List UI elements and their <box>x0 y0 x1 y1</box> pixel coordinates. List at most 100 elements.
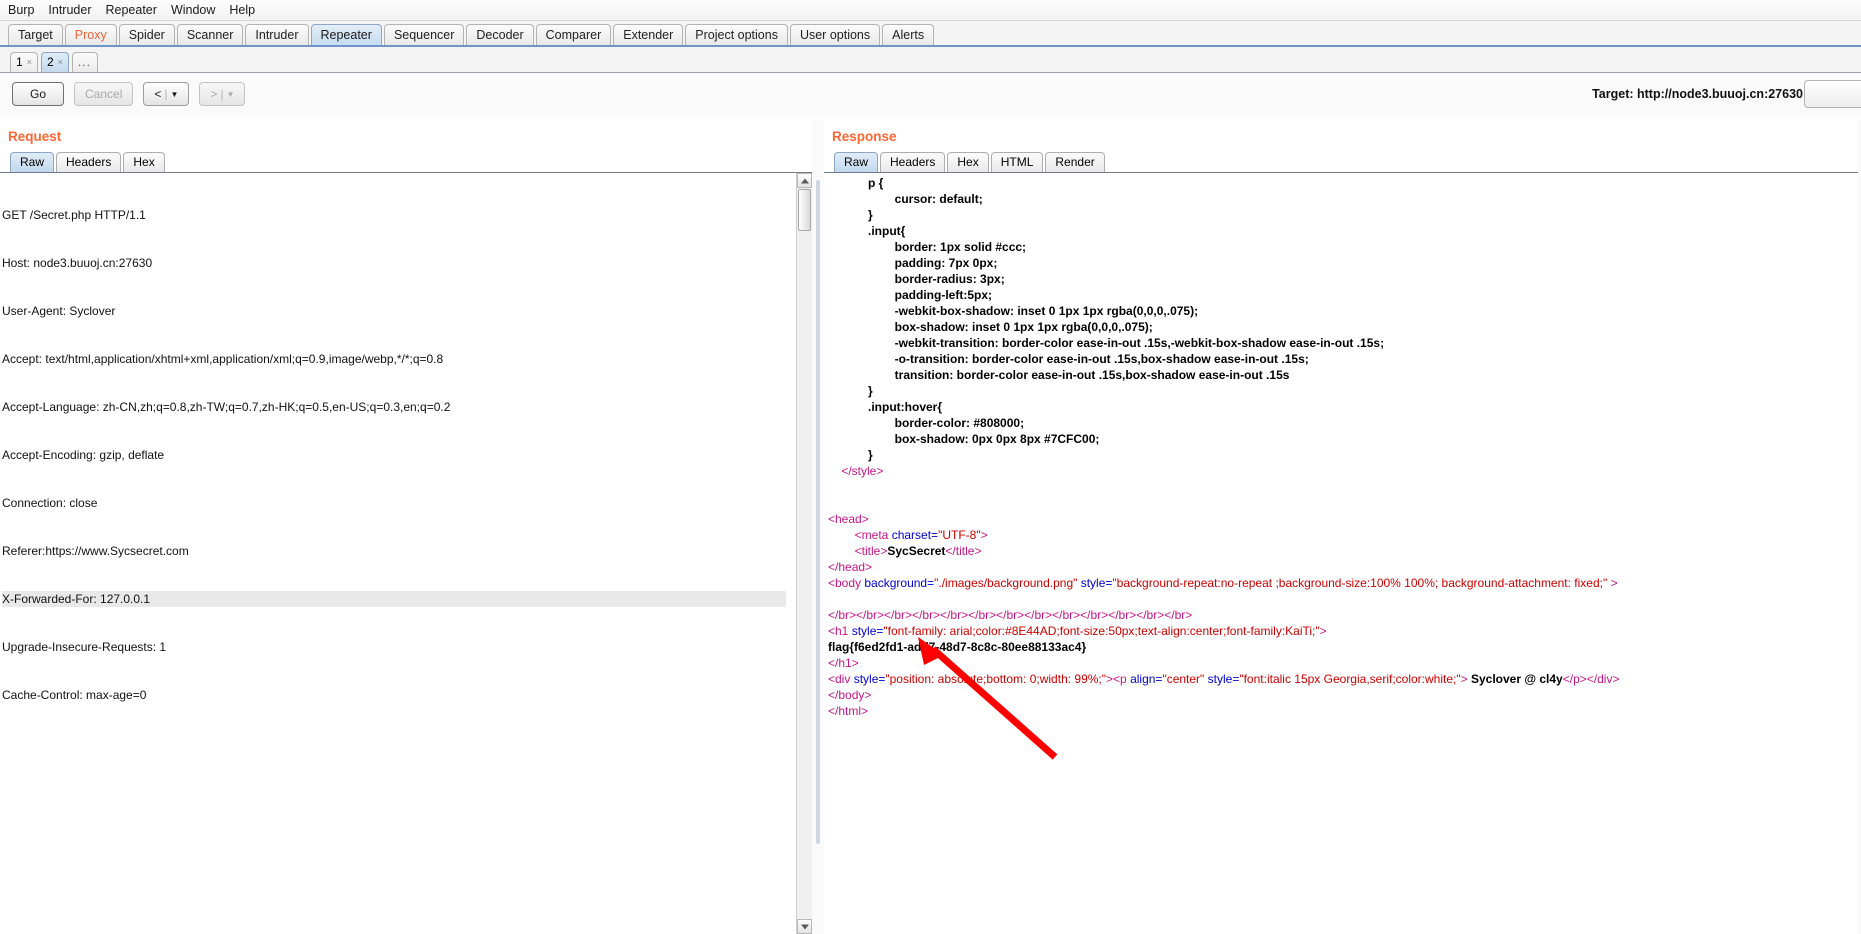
menu-item-intruder[interactable]: Intruder <box>46 1 99 19</box>
response-line: <title>SycSecret</title> <box>828 543 1857 559</box>
menu-item-repeater[interactable]: Repeater <box>104 1 165 19</box>
response-token: cursor: default; <box>828 192 983 206</box>
repeater-tab-1[interactable]: 1 × <box>10 52 38 72</box>
response-tab-raw[interactable]: Raw <box>834 152 879 172</box>
main-tab-strip: Target Proxy Spider Scanner Intruder Rep… <box>0 21 1861 47</box>
response-line: .input{ <box>828 223 1857 239</box>
response-line: padding: 7px 0px; <box>828 255 1857 271</box>
response-token: p { <box>828 176 884 190</box>
request-line-highlighted: X-Forwarded-For: 127.0.0.1 <box>2 591 786 607</box>
request-tab-hex[interactable]: Hex <box>123 152 165 172</box>
tab-spider[interactable]: Spider <box>118 24 175 45</box>
repeater-tab-2-label: 2 <box>46 55 54 69</box>
response-token: > <box>1460 672 1471 686</box>
request-line: Accept: text/html,application/xhtml+xml,… <box>2 352 444 366</box>
splitter-grip[interactable] <box>816 180 820 844</box>
request-line: Accept-Language: zh-CN,zh;q=0.8,zh-TW;q=… <box>2 400 451 414</box>
tab-decoder[interactable]: Decoder <box>466 24 534 45</box>
response-line: </br></br></br></br></br></br></br></br>… <box>828 607 1857 623</box>
response-token: </body> <box>828 688 872 702</box>
response-token: style= <box>1077 576 1113 590</box>
response-token: "UTF-8" <box>938 528 981 542</box>
response-editor[interactable]: p { cursor: default; } .input{ border: 1… <box>824 173 1861 934</box>
response-tab-html[interactable]: HTML <box>990 152 1044 172</box>
response-line: <div style="position: absolute;bottom: 0… <box>828 671 1857 687</box>
response-token: <p <box>1113 672 1131 686</box>
response-line: box-shadow: inset 0 1px 1px rgba(0,0,0,.… <box>828 319 1857 335</box>
back-button[interactable]: < | ▼ <box>143 82 190 106</box>
close-icon[interactable]: × <box>27 53 32 72</box>
response-line: box-shadow: 0px 0px 8px #7CFC00; <box>828 431 1857 447</box>
tab-scanner[interactable]: Scanner <box>176 24 244 45</box>
response-token: "font-family: arial;color:#8E44AD;font-s… <box>883 624 1320 638</box>
tab-project-options[interactable]: Project options <box>685 24 788 45</box>
forward-button[interactable]: > | ▼ <box>199 82 246 106</box>
response-token: <title> <box>854 544 888 558</box>
response-text: p { cursor: default; } .input{ border: 1… <box>828 175 1857 719</box>
tab-target[interactable]: Target <box>8 24 63 45</box>
scrollbar-thumb[interactable] <box>798 189 811 231</box>
tab-extender[interactable]: Extender <box>613 24 684 45</box>
request-tab-headers[interactable]: Headers <box>56 152 122 172</box>
request-line: Referer:https://www.Sycsecret.com <box>2 544 189 558</box>
response-pane: Response Raw Headers Hex HTML Render p {… <box>824 120 1861 934</box>
menu-item-window[interactable]: Window <box>169 1 223 19</box>
scroll-up-arrow-icon[interactable] <box>797 173 812 188</box>
response-token: flag{f6ed2fd1-add7-48d7-8c8c-80ee88133ac… <box>828 640 1087 654</box>
response-line: border-color: #808000; <box>828 415 1857 431</box>
response-token: </head> <box>828 560 873 574</box>
response-token: } <box>828 448 873 462</box>
request-line: Upgrade-Insecure-Requests: 1 <box>2 640 167 654</box>
repeater-tab-1-label: 1 <box>16 55 23 69</box>
chevron-down-icon: ▼ <box>170 89 179 99</box>
request-vertical-scrollbar[interactable] <box>796 173 812 934</box>
response-line: border-radius: 3px; <box>828 271 1857 287</box>
response-token: <head> <box>828 512 869 526</box>
response-tab-hex[interactable]: Hex <box>947 152 989 172</box>
response-token: -o-transition: border-color ease-in-out … <box>828 352 1309 366</box>
response-line: } <box>828 383 1857 399</box>
response-token: > <box>980 528 988 542</box>
response-line: padding-left:5px; <box>828 287 1857 303</box>
request-tab-strip: Raw Headers Hex <box>0 151 812 173</box>
close-icon[interactable]: × <box>58 53 63 72</box>
response-token: padding: 7px 0px; <box>828 256 998 270</box>
response-line: } <box>828 207 1857 223</box>
response-token: -webkit-transition: border-color ease-in… <box>828 336 1385 350</box>
menu-item-help[interactable]: Help <box>227 1 263 19</box>
tab-comparer[interactable]: Comparer <box>535 24 612 45</box>
repeater-tab-new[interactable]: ... <box>71 52 98 72</box>
response-token <box>828 528 855 542</box>
response-line: -webkit-box-shadow: inset 0 1px 1px rgba… <box>828 303 1857 319</box>
tab-user-options[interactable]: User options <box>789 24 881 45</box>
repeater-panes: Request Raw Headers Hex GET /Secret.php … <box>0 120 1861 934</box>
response-tab-render[interactable]: Render <box>1045 152 1105 172</box>
response-tab-headers[interactable]: Headers <box>880 152 946 172</box>
menu-item-burp[interactable]: Burp <box>6 1 42 19</box>
request-editor[interactable]: GET /Secret.php HTTP/1.1 Host: node3.buu… <box>0 173 812 934</box>
response-token: .input:hover{ <box>828 400 943 414</box>
response-token: "font:italic 15px Georgia,serif;color:wh… <box>1239 672 1461 686</box>
response-line: <body background="./images/background.pn… <box>828 575 1857 591</box>
pane-splitter[interactable] <box>812 120 824 934</box>
target-edit-button[interactable] <box>1804 80 1861 108</box>
response-line <box>828 479 1857 495</box>
response-token: border-color: #808000; <box>828 416 1025 430</box>
tab-intruder[interactable]: Intruder <box>245 24 309 45</box>
request-line: Cache-Control: max-age=0 <box>2 688 147 702</box>
tab-proxy[interactable]: Proxy <box>64 24 117 45</box>
repeater-tab-2[interactable]: 2 × <box>40 52 69 72</box>
go-button[interactable]: Go <box>12 82 64 106</box>
response-token: > <box>1319 624 1327 638</box>
response-token: charset= <box>891 528 939 542</box>
cancel-button[interactable]: Cancel <box>74 82 134 106</box>
response-token: box-shadow: inset 0 1px 1px rgba(0,0,0,.… <box>828 320 1153 334</box>
request-tab-raw[interactable]: Raw <box>10 152 55 172</box>
response-token: > <box>1607 576 1618 590</box>
tab-sequencer[interactable]: Sequencer <box>383 24 465 45</box>
tab-alerts[interactable]: Alerts <box>882 24 935 45</box>
response-token: border: 1px solid #ccc; <box>828 240 1027 254</box>
target-url-label: Target: http://node3.buuoj.cn:27630 <box>1592 87 1803 101</box>
tab-repeater[interactable]: Repeater <box>310 24 382 45</box>
scroll-down-arrow-icon[interactable] <box>797 919 812 934</box>
